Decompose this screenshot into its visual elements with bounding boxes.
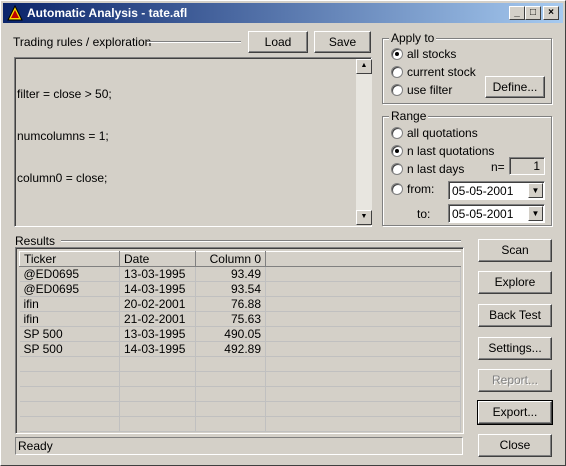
- code-line: numcolumns = 1;: [17, 129, 109, 143]
- window-title: Automatic Analysis - tate.afl: [27, 6, 188, 20]
- maximize-button[interactable]: □: [525, 6, 541, 20]
- table-row: [19, 386, 461, 402]
- to-date-select[interactable]: 05-05-2001 ▼: [448, 204, 545, 223]
- n-label: n=: [491, 160, 505, 174]
- settings-button[interactable]: Settings...: [478, 337, 552, 360]
- cell-date: 14-03-1995: [119, 341, 196, 357]
- cell-date: 21-02-2001: [119, 311, 196, 327]
- editor-label: Trading rules / exploration: [13, 35, 152, 49]
- cell-ticker: ifin: [19, 296, 120, 312]
- export-button[interactable]: Export...: [477, 400, 553, 425]
- minimize-button[interactable]: _: [509, 6, 525, 20]
- all-quotations-label: all quotations: [407, 126, 478, 140]
- current-stock-label: current stock: [407, 65, 476, 79]
- status-bar: Ready: [15, 437, 463, 455]
- apply-to-label: Apply to: [389, 31, 437, 45]
- scroll-down-icon[interactable]: ▼: [356, 210, 372, 225]
- save-button[interactable]: Save: [314, 31, 371, 53]
- n-input[interactable]: 1: [509, 157, 545, 175]
- cell-ticker: @ED0695: [19, 281, 120, 297]
- from-date-select[interactable]: 05-05-2001 ▼: [448, 181, 545, 200]
- table-row: [19, 401, 461, 417]
- close-window-button[interactable]: ×: [543, 6, 559, 20]
- table-header-row: Ticker Date Column 0: [19, 251, 461, 267]
- results-table: Ticker Date Column 0 @ED0695 13-03-1995 93…: [19, 251, 461, 432]
- code-line: filter = close > 50;: [17, 87, 112, 101]
- cell-ticker: @ED0695: [19, 266, 120, 282]
- table-row: [19, 356, 461, 372]
- table-row[interactable]: ifin 21-02-2001 75.63: [19, 311, 461, 327]
- column-header-date[interactable]: Date: [119, 251, 196, 267]
- cell-filler: [265, 266, 461, 282]
- chevron-down-icon[interactable]: ▼: [528, 183, 543, 198]
- cell-ticker: SP 500: [19, 341, 120, 357]
- table-row: [19, 371, 461, 387]
- scroll-up-icon[interactable]: ▲: [356, 59, 372, 74]
- range-label: Range: [389, 109, 429, 123]
- formula-text[interactable]: filter = close > 50; numcolumns = 1; col…: [17, 59, 112, 213]
- radio-all-quotations[interactable]: [391, 127, 403, 139]
- automatic-analysis-window: Automatic Analysis - tate.afl _ □ × Trad…: [0, 0, 566, 466]
- cell-date: 13-03-1995: [119, 266, 196, 282]
- radio-n-last-days[interactable]: [391, 163, 403, 175]
- explore-button[interactable]: Explore: [478, 271, 552, 294]
- table-row[interactable]: ifin 20-02-2001 76.88: [19, 296, 461, 312]
- cell-filler: [265, 311, 461, 327]
- back-test-button[interactable]: Back Test: [478, 304, 552, 327]
- column-header-ticker[interactable]: Ticker: [19, 251, 120, 267]
- n-last-quotations-label: n last quotations: [407, 144, 495, 158]
- cell-value: 75.63: [195, 311, 266, 327]
- app-icon: [7, 5, 23, 21]
- chevron-down-icon[interactable]: ▼: [528, 206, 543, 221]
- column-header-column0[interactable]: Column 0: [195, 251, 266, 267]
- use-filter-label: use filter: [407, 83, 453, 97]
- radio-use-filter[interactable]: [391, 84, 403, 96]
- report-button[interactable]: Report...: [478, 369, 552, 392]
- close-button[interactable]: Close: [478, 434, 552, 457]
- all-stocks-label: all stocks: [407, 47, 457, 61]
- cell-value: 490.05: [195, 326, 266, 342]
- editor-scrollbar[interactable]: ▲ ▼: [356, 59, 372, 225]
- table-row[interactable]: SP 500 13-03-1995 490.05: [19, 326, 461, 342]
- status-text: Ready: [18, 439, 53, 453]
- cell-filler: [265, 296, 461, 312]
- cell-date: 14-03-1995: [119, 281, 196, 297]
- results-label: Results: [15, 234, 56, 248]
- code-line: column0 = close;: [17, 171, 108, 185]
- radio-from[interactable]: [391, 183, 403, 195]
- cell-ticker: SP 500: [19, 326, 120, 342]
- cell-value: 93.54: [195, 281, 266, 297]
- table-row[interactable]: @ED0695 14-03-1995 93.54: [19, 281, 461, 297]
- divider: [147, 41, 241, 43]
- from-label: from:: [407, 182, 435, 196]
- cell-date: 20-02-2001: [119, 296, 196, 312]
- cell-value: 492.89: [195, 341, 266, 357]
- cell-filler: [265, 341, 461, 357]
- cell-value: 93.49: [195, 266, 266, 282]
- table-row[interactable]: SP 500 14-03-1995 492.89: [19, 341, 461, 357]
- radio-n-last-quotations[interactable]: [391, 145, 403, 157]
- n-value: 1: [533, 159, 540, 173]
- cell-date: 13-03-1995: [119, 326, 196, 342]
- to-date-value: 05-05-2001: [452, 207, 514, 221]
- scan-button[interactable]: Scan: [478, 239, 552, 262]
- cell-filler: [265, 326, 461, 342]
- cell-filler: [265, 281, 461, 297]
- divider: [61, 240, 461, 242]
- load-button[interactable]: Load: [248, 31, 308, 53]
- n-last-days-label: n last days: [407, 162, 465, 176]
- title-bar[interactable]: Automatic Analysis - tate.afl _ □ ×: [3, 3, 563, 23]
- from-date-value: 05-05-2001: [452, 184, 514, 198]
- define-button[interactable]: Define...: [485, 76, 545, 98]
- table-row: [19, 416, 461, 432]
- table-row[interactable]: @ED0695 13-03-1995 93.49: [19, 266, 461, 282]
- to-label: to:: [417, 207, 431, 221]
- cell-ticker: ifin: [19, 311, 120, 327]
- radio-all-stocks[interactable]: [391, 48, 403, 60]
- cell-value: 76.88: [195, 296, 266, 312]
- radio-current-stock[interactable]: [391, 66, 403, 78]
- column-header-filler: [265, 251, 461, 267]
